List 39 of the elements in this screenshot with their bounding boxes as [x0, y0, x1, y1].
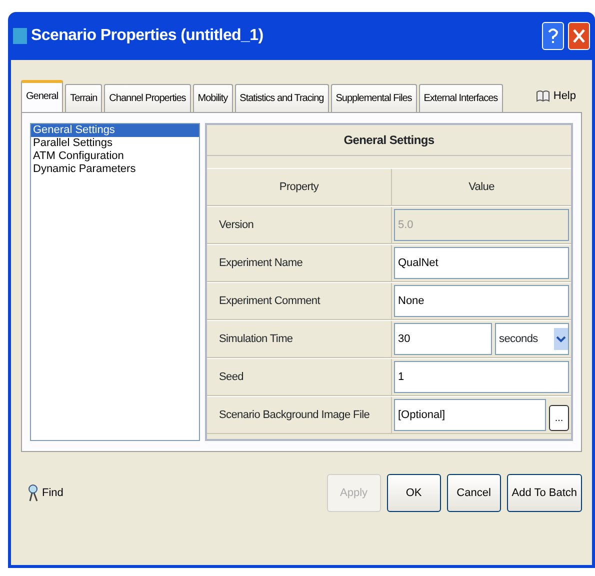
browse-button[interactable]: ...	[549, 405, 569, 431]
help-button[interactable]	[542, 22, 564, 50]
app-icon	[13, 28, 27, 44]
value-field[interactable]: [Optional]	[394, 399, 546, 431]
tab[interactable]: External Interfaces	[418, 84, 503, 112]
question-mark-icon	[548, 28, 558, 44]
tab[interactable]: Supplemental Files	[330, 84, 417, 112]
unit-dropdown[interactable]: seconds	[495, 323, 569, 355]
property-label: Scenario Background Image File	[207, 397, 392, 433]
dialog-button[interactable]: Add To Batch	[506, 474, 582, 512]
sidebar-item[interactable]: Dynamic Parameters	[31, 163, 199, 176]
tab[interactable]: Terrain	[65, 84, 102, 112]
find-button[interactable]: Find	[21, 483, 70, 503]
tab[interactable]: Statistics and Tracing	[234, 84, 329, 112]
table-title: General Settings	[207, 125, 571, 156]
sidebar-item[interactable]: Parallel Settings	[31, 137, 199, 150]
property-label: Simulation Time	[207, 321, 392, 357]
tab[interactable]: Channel Properties	[104, 84, 191, 112]
tab[interactable]: General	[21, 80, 64, 112]
sidebar-item[interactable]: ATM Configuration	[31, 150, 199, 163]
help-link[interactable]: Help	[530, 86, 582, 112]
property-label: Seed	[207, 359, 392, 395]
property-label: Experiment Comment	[207, 283, 392, 319]
value-field[interactable]: QualNet	[394, 247, 569, 279]
column-header: Value	[468, 180, 496, 195]
value-field[interactable]: None	[394, 285, 569, 317]
property-label: Experiment Name	[207, 245, 392, 281]
column-header: Property	[207, 169, 392, 205]
value-field[interactable]: 30	[394, 323, 492, 355]
book-icon	[536, 90, 550, 102]
tab[interactable]: Mobility	[192, 84, 233, 112]
close-button[interactable]	[568, 22, 590, 50]
value-field[interactable]: 1	[394, 361, 569, 393]
dialog-button[interactable]: Cancel	[446, 474, 501, 512]
close-icon	[573, 29, 585, 43]
window-title: Scenario Properties (untitled_1)	[31, 26, 264, 46]
dialog-button[interactable]: OK	[386, 474, 441, 512]
property-label: Version	[207, 207, 392, 243]
sidebar-item[interactable]: General Settings	[31, 124, 199, 137]
